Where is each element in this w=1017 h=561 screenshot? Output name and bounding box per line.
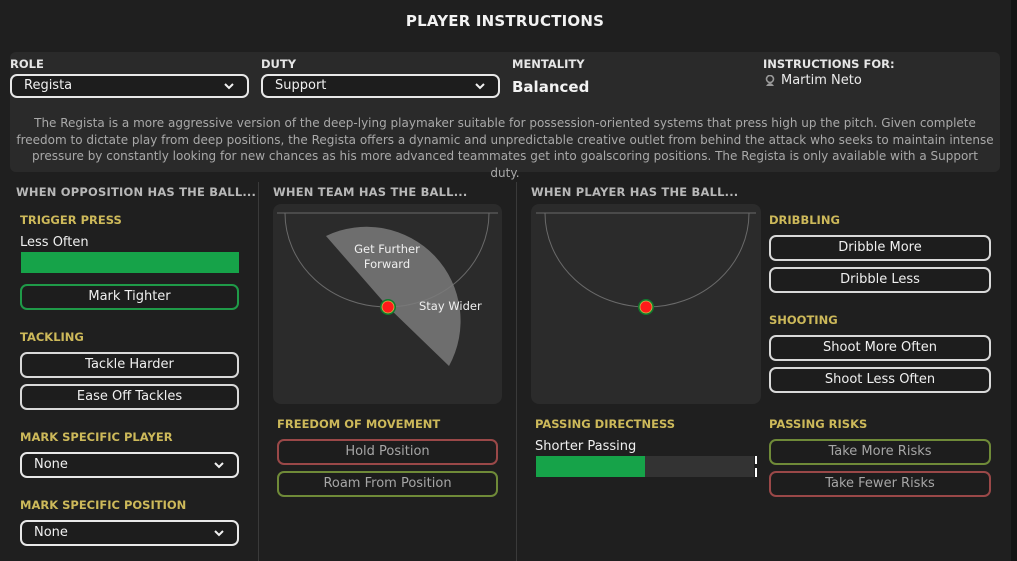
mentality-value: Balanced — [512, 78, 590, 96]
mark-position-value: None — [34, 525, 68, 540]
take-fewer-risks-button[interactable]: Take Fewer Risks — [769, 471, 991, 497]
player-name-text: Martim Neto — [781, 73, 862, 88]
slider-end-tick — [755, 468, 757, 477]
scrollbar[interactable] — [1011, 0, 1017, 561]
role-dropdown[interactable]: Regista — [10, 74, 249, 98]
role-value: Regista — [24, 78, 73, 93]
dribbling-label: DRIBBLING — [769, 213, 840, 227]
player-name[interactable]: Martim Neto — [765, 73, 862, 88]
dribble-less-button[interactable]: Dribble Less — [769, 267, 991, 293]
player-header: WHEN PLAYER HAS THE BALL... — [531, 185, 739, 199]
zone-label-stay-wider: Stay Wider — [419, 299, 482, 313]
mark-specific-player-label: MARK SPECIFIC PLAYER — [20, 430, 173, 444]
take-more-risks-button[interactable]: Take More Risks — [769, 439, 991, 465]
instructions-for-label: INSTRUCTIONS FOR: — [763, 57, 895, 71]
player-dot — [381, 300, 395, 314]
column-divider — [516, 182, 517, 561]
person-icon — [765, 75, 775, 86]
roam-from-position-button[interactable]: Roam From Position — [277, 471, 498, 497]
role-description: The Regista is a more aggressive version… — [16, 116, 994, 180]
pitch-diagram — [536, 212, 756, 315]
trigger-press-fill — [21, 252, 239, 273]
shoot-more-often-button[interactable]: Shoot More Often — [769, 335, 991, 361]
freedom-of-movement-label: FREEDOM OF MOVEMENT — [277, 417, 441, 431]
trigger-press-slider[interactable] — [21, 252, 239, 273]
shooting-label: SHOOTING — [769, 313, 838, 327]
mark-specific-position-dropdown[interactable]: None — [20, 520, 239, 546]
chevron-down-icon — [475, 83, 485, 90]
dribble-more-button[interactable]: Dribble More — [769, 235, 991, 261]
hold-position-button[interactable]: Hold Position — [277, 439, 498, 465]
passing-directness-label: PASSING DIRECTNESS — [535, 417, 676, 431]
mark-player-value: None — [34, 457, 68, 472]
shoot-less-often-button[interactable]: Shoot Less Often — [769, 367, 991, 393]
duty-value: Support — [275, 78, 327, 93]
mark-specific-position-label: MARK SPECIFIC POSITION — [20, 498, 187, 512]
column-divider — [258, 182, 259, 561]
chevron-down-icon — [224, 83, 234, 90]
trigger-press-value: Less Often — [20, 235, 89, 250]
trigger-press-label: TRIGGER PRESS — [20, 213, 122, 227]
zone-label-get-further-forward: Get Further Forward — [354, 242, 420, 271]
passing-directness-fill — [536, 456, 645, 477]
player-dot — [639, 300, 653, 314]
passing-directness-value: Shorter Passing — [535, 439, 637, 454]
team-movement-pitch[interactable]: Get Further Forward Stay Wider — [273, 204, 502, 404]
pitch-arc — [544, 212, 750, 308]
chevron-down-icon — [214, 462, 224, 469]
slider-end-tick — [755, 456, 757, 464]
mark-tighter-button[interactable]: Mark Tighter — [20, 284, 239, 310]
player-ball-pitch[interactable] — [531, 204, 761, 404]
mentality-label: MENTALITY — [512, 57, 585, 71]
mark-specific-player-dropdown[interactable]: None — [20, 452, 239, 478]
chevron-down-icon — [214, 530, 224, 537]
page-title: PLAYER INSTRUCTIONS — [405, 12, 605, 30]
passing-directness-slider[interactable] — [536, 456, 754, 477]
duty-label: DUTY — [261, 57, 297, 71]
opposition-header: WHEN OPPOSITION HAS THE BALL... — [16, 185, 257, 199]
ease-off-tackles-button[interactable]: Ease Off Tackles — [20, 384, 239, 410]
team-header: WHEN TEAM HAS THE BALL... — [273, 185, 468, 199]
tackling-label: TACKLING — [20, 330, 84, 344]
tackle-harder-button[interactable]: Tackle Harder — [20, 352, 239, 378]
role-label: ROLE — [10, 57, 44, 71]
passing-risks-label: PASSING RISKS — [769, 417, 868, 431]
duty-dropdown[interactable]: Support — [261, 74, 500, 98]
